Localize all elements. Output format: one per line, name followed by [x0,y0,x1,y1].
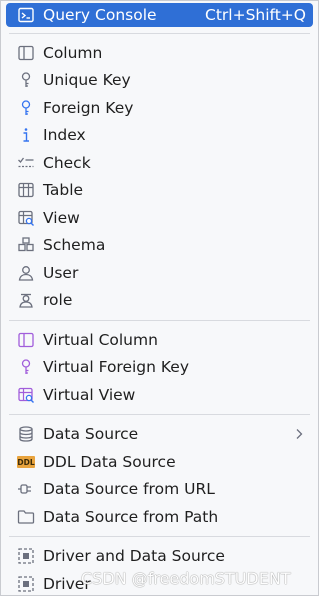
menu-item-index[interactable]: Index [1,122,318,150]
menu-item-view[interactable]: View [1,204,318,232]
menu-item-role[interactable]: role [1,287,318,315]
menu-item-column[interactable]: Column [1,39,318,67]
menu-item-label: Unique Key [43,71,131,90]
context-menu: Query Console Ctrl+Shift+Q Column Unique… [0,0,319,596]
key-icon [16,70,36,90]
menu-item-data-source-from-url[interactable]: Data Source from URL [1,476,318,504]
menu-item-query-console[interactable]: Query Console Ctrl+Shift+Q [6,3,313,27]
menu-item-label: Virtual Column [43,330,158,349]
foreign-key-icon [16,98,36,118]
menu-item-virtual-column[interactable]: Virtual Column [1,326,318,354]
menu-item-virtual-foreign-key[interactable]: Virtual Foreign Key [1,354,318,382]
plug-icon [16,479,36,499]
menu-item-label: View [43,208,80,227]
menu-item-unique-key[interactable]: Unique Key [1,67,318,95]
database-icon [16,424,36,444]
menu-item-label: Column [43,43,103,62]
menu-item-label: Virtual View [43,385,136,404]
watermark-text: CSDN @freedomSTUDENT [81,569,291,588]
menu-item-table[interactable]: Table [1,177,318,205]
separator [9,414,310,415]
menu-item-ddl-data-source[interactable]: DDL DDL Data Source [1,448,318,476]
menu-item-label: Virtual Foreign Key [43,358,189,377]
query-console-icon [16,5,36,25]
menu-item-driver-and-data-source[interactable]: Driver and Data Source [1,543,318,571]
menu-item-label: Check [43,153,91,172]
view-icon [16,208,36,228]
column-icon [16,43,36,63]
menu-item-label: Foreign Key [43,98,134,117]
role-icon [16,290,36,310]
shortcut-label: Ctrl+Shift+Q [205,6,306,24]
virtual-column-icon [16,330,36,350]
menu-item-label: Driver and Data Source [43,547,225,566]
menu-item-label: Data Source [43,425,139,444]
menu-item-virtual-view[interactable]: Virtual View [1,381,318,409]
menu-item-label: Data Source from URL [43,480,215,499]
virtual-foreign-key-icon [16,357,36,377]
driver-icon [16,574,36,594]
svg-text:DDL: DDL [17,458,34,467]
chevron-right-icon [292,427,306,441]
user-icon [16,263,36,283]
check-icon [16,153,36,173]
schema-icon [16,235,36,255]
menu-item-label: DDL Data Source [43,452,176,471]
virtual-view-icon [16,385,36,405]
menu-item-schema[interactable]: Schema [1,232,318,260]
separator [9,536,310,537]
table-icon [16,180,36,200]
separator [9,32,310,34]
separator [9,319,310,321]
menu-item-check[interactable]: Check [1,149,318,177]
menu-item-label: Schema [43,236,106,255]
menu-item-label: Data Source from Path [43,507,219,526]
driver-data-source-icon [16,546,36,566]
index-icon [16,125,36,145]
menu-item-foreign-key[interactable]: Foreign Key [1,94,318,122]
ddl-icon: DDL [16,452,36,472]
menu-item-data-source[interactable]: Data Source [1,421,318,449]
menu-item-label: role [43,291,73,310]
menu-item-label: Index [43,126,86,145]
folder-icon [16,507,36,527]
menu-item-user[interactable]: User [1,259,318,287]
menu-item-label: Table [43,181,84,200]
menu-item-label: Query Console [43,6,157,24]
menu-item-label: User [43,263,79,282]
menu-item-data-source-from-path[interactable]: Data Source from Path [1,503,318,531]
